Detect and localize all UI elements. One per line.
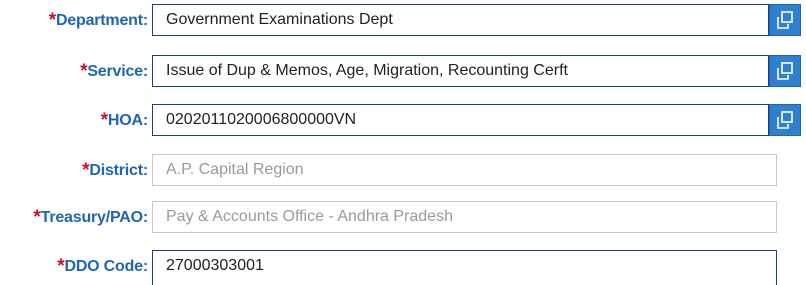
treasury-row: *Treasury/PAO: Pay & Accounts Office - A… xyxy=(0,201,806,235)
department-lookup-button[interactable] xyxy=(769,4,801,36)
district-row: *District: A.P. Capital Region xyxy=(0,154,806,188)
ddo-code-field[interactable]: 27000303001 xyxy=(152,250,777,285)
required-marker: * xyxy=(48,10,56,31)
treasury-label: *Treasury/PAO: xyxy=(33,207,148,228)
ddo-code-row: *DDO Code: 27000303001 xyxy=(0,250,806,285)
required-marker: * xyxy=(100,110,108,131)
department-label: *Department: xyxy=(48,10,148,31)
service-field[interactable]: Issue of Dup & Memos, Age, Migration, Re… xyxy=(152,55,769,87)
service-label: *Service: xyxy=(80,61,148,82)
district-label: *District: xyxy=(82,160,148,181)
service-lookup-button[interactable] xyxy=(769,55,801,87)
hoa-row: *HOA: 0202011020006800000VN xyxy=(0,104,806,138)
ddo-code-label: *DDO Code: xyxy=(57,256,148,277)
popup-window-icon xyxy=(777,11,793,29)
department-field[interactable]: Government Examinations Dept xyxy=(152,4,769,36)
district-field: A.P. Capital Region xyxy=(152,154,777,186)
popup-window-icon xyxy=(777,111,793,129)
required-marker: * xyxy=(33,207,41,228)
department-row: *Department: Government Examinations Dep… xyxy=(0,4,806,38)
service-row: *Service: Issue of Dup & Memos, Age, Mig… xyxy=(0,55,806,89)
treasury-field: Pay & Accounts Office - Andhra Pradesh xyxy=(152,201,777,233)
hoa-field[interactable]: 0202011020006800000VN xyxy=(152,104,769,136)
hoa-label: *HOA: xyxy=(100,110,148,131)
challan-form: *Department: Government Examinations Dep… xyxy=(0,0,806,285)
hoa-lookup-button[interactable] xyxy=(769,104,801,136)
popup-window-icon xyxy=(777,62,793,80)
